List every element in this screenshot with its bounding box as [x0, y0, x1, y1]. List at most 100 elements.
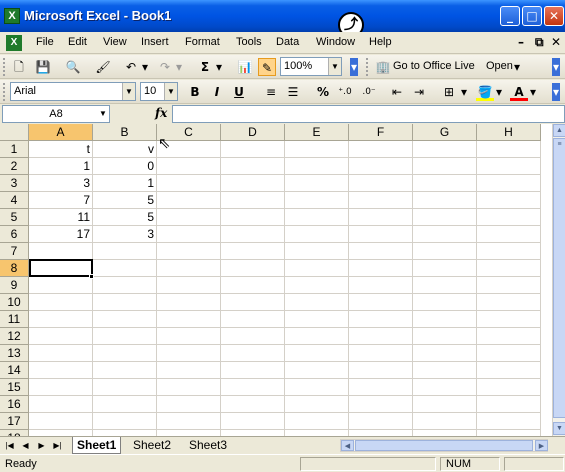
name-box-dropdown-icon[interactable]: ▼ [99, 109, 107, 118]
horizontal-scrollbar[interactable]: ◀ ▶ [340, 439, 548, 452]
cell-B5[interactable]: 5 [93, 209, 157, 226]
print-preview-icon[interactable]: 🔍 [64, 58, 82, 76]
cell-C6[interactable] [157, 226, 221, 243]
maximize-button[interactable]: □ [522, 6, 542, 26]
cell-E2[interactable] [285, 158, 349, 175]
cell-G13[interactable] [413, 345, 477, 362]
merge-center-icon[interactable]: ☰ [284, 83, 302, 101]
cell-C12[interactable] [157, 328, 221, 345]
underline-button[interactable]: U [230, 83, 248, 101]
column-header[interactable]: B [93, 124, 157, 141]
cell-C7[interactable] [157, 243, 221, 260]
cell-A17[interactable] [29, 413, 93, 430]
row-header[interactable]: 3 [0, 175, 29, 192]
minimize-button[interactable]: _ [500, 6, 520, 26]
increase-decimal-icon[interactable]: ⁺.0 [336, 83, 354, 101]
cell-H12[interactable] [477, 328, 541, 345]
percent-style-button[interactable]: % [314, 83, 332, 101]
cell-A10[interactable] [29, 294, 93, 311]
cell-E3[interactable] [285, 175, 349, 192]
scroll-up-icon[interactable]: ▲ [553, 124, 565, 137]
cell-H1[interactable] [477, 141, 541, 158]
cell-A15[interactable] [29, 379, 93, 396]
cell-G8[interactable] [413, 260, 477, 277]
cell-D17[interactable] [221, 413, 285, 430]
cell-D15[interactable] [221, 379, 285, 396]
menu-edit[interactable]: Edit [68, 36, 87, 48]
cell-F2[interactable] [349, 158, 413, 175]
menu-data[interactable]: Data [276, 36, 299, 48]
chevron-down-icon[interactable]: ▼ [328, 58, 341, 75]
row-header[interactable]: 11 [0, 311, 29, 328]
cell-C9[interactable] [157, 277, 221, 294]
fill-color-dropdown-icon[interactable]: ▾ [494, 83, 504, 101]
cell-H4[interactable] [477, 192, 541, 209]
cell-D1[interactable] [221, 141, 285, 158]
cell-H16[interactable] [477, 396, 541, 413]
cell-A13[interactable] [29, 345, 93, 362]
cell-H9[interactable] [477, 277, 541, 294]
cell-D4[interactable] [221, 192, 285, 209]
cell-H8[interactable] [477, 260, 541, 277]
cell-E7[interactable] [285, 243, 349, 260]
column-header[interactable]: G [413, 124, 477, 141]
worksheet-grid[interactable]: A B C D E F G H 1 t v 2 1 0 3 3 1 4 7 5 5 11 5 6 17 3 7 8 9 10 11 12 13 1… [0, 124, 552, 436]
cell-C2[interactable] [157, 158, 221, 175]
cell-B9[interactable] [93, 277, 157, 294]
chevron-down-icon[interactable]: ▼ [122, 83, 135, 100]
cell-E14[interactable] [285, 362, 349, 379]
cell-G3[interactable] [413, 175, 477, 192]
cell-F14[interactable] [349, 362, 413, 379]
fill-handle[interactable] [89, 274, 94, 279]
cell-B4[interactable]: 5 [93, 192, 157, 209]
cell-B17[interactable] [93, 413, 157, 430]
cell-F6[interactable] [349, 226, 413, 243]
decrease-decimal-icon[interactable]: .0⁻ [360, 83, 378, 101]
font-color-icon[interactable]: A [510, 83, 528, 101]
cell-B13[interactable] [93, 345, 157, 362]
menu-view[interactable]: View [103, 36, 127, 48]
cell-C5[interactable] [157, 209, 221, 226]
name-box[interactable]: A8 [2, 105, 110, 123]
row-header[interactable]: 5 [0, 209, 29, 226]
cell-C16[interactable] [157, 396, 221, 413]
cell-C8[interactable] [157, 260, 221, 277]
toolbar-options-icon-2[interactable]: ▾ [552, 58, 560, 76]
row-header[interactable]: 12 [0, 328, 29, 345]
cell-G7[interactable] [413, 243, 477, 260]
cell-G9[interactable] [413, 277, 477, 294]
active-cell-selection[interactable] [29, 259, 93, 277]
row-header[interactable]: 14 [0, 362, 29, 379]
column-header[interactable]: H [477, 124, 541, 141]
first-sheet-icon[interactable]: |◀ [4, 439, 15, 452]
cell-G11[interactable] [413, 311, 477, 328]
cell-F16[interactable] [349, 396, 413, 413]
cell-B6[interactable]: 3 [93, 226, 157, 243]
cell-F8[interactable] [349, 260, 413, 277]
toolbar-grip-2[interactable] [366, 58, 369, 76]
cell-F11[interactable] [349, 311, 413, 328]
cell-C3[interactable] [157, 175, 221, 192]
cell-E15[interactable] [285, 379, 349, 396]
cell-D5[interactable] [221, 209, 285, 226]
autosum-dropdown-icon[interactable]: ▾ [214, 58, 224, 76]
open-button[interactable]: Open [486, 60, 513, 72]
cell-G14[interactable] [413, 362, 477, 379]
cell-G10[interactable] [413, 294, 477, 311]
cell-B3[interactable]: 1 [93, 175, 157, 192]
select-all-corner[interactable] [0, 124, 29, 141]
cell-E4[interactable] [285, 192, 349, 209]
cell-B15[interactable] [93, 379, 157, 396]
fill-color-icon[interactable]: 🪣 [476, 83, 494, 101]
cell-A11[interactable] [29, 311, 93, 328]
cell-A3[interactable]: 3 [29, 175, 93, 192]
cell-F4[interactable] [349, 192, 413, 209]
vertical-scrollbar[interactable]: ▲ ≡ ▼ [552, 124, 565, 436]
prev-sheet-icon[interactable]: ◀ [20, 439, 31, 452]
column-header[interactable]: D [221, 124, 285, 141]
chart-wizard-icon[interactable]: 📊 [236, 58, 254, 76]
cell-E13[interactable] [285, 345, 349, 362]
column-header[interactable]: F [349, 124, 413, 141]
row-header[interactable]: 13 [0, 345, 29, 362]
cell-B8[interactable] [93, 260, 157, 277]
